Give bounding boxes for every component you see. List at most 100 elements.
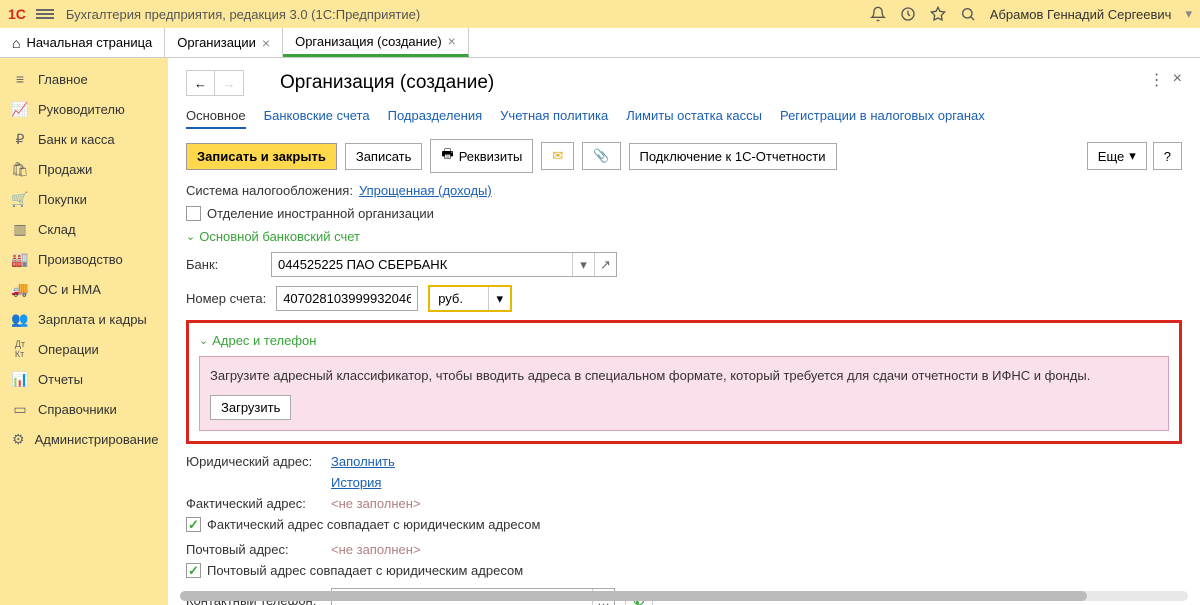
subtab-reg[interactable]: Регистрации в налоговых органах [780, 104, 985, 129]
gear-icon: ⚙ [12, 431, 25, 447]
user-name[interactable]: Абрамов Геннадий Сергеевич [990, 7, 1172, 22]
truck-icon: 🚚 [12, 281, 28, 297]
star-icon[interactable] [930, 6, 946, 22]
bars-icon: 📊 [12, 371, 28, 387]
chart-icon: 📈 [12, 101, 28, 117]
search-icon[interactable] [960, 6, 976, 22]
tab-organization-create[interactable]: Организация (создание) × [283, 28, 469, 57]
horizontal-scrollbar[interactable] [180, 591, 1188, 601]
back-button[interactable]: ← [187, 71, 215, 95]
close-icon[interactable]: × [448, 33, 456, 49]
menu-icon: ≡ [12, 71, 28, 87]
postal-addr-value: <не заполнен> [331, 542, 421, 557]
user-menu-caret[interactable]: ▾ [1185, 6, 1192, 22]
scrollbar-thumb[interactable] [180, 591, 1087, 601]
factory-icon: 🏭 [12, 251, 28, 267]
history-icon[interactable] [900, 6, 916, 22]
forward-button[interactable]: → [215, 71, 243, 95]
more-button[interactable]: Еще ▾ [1087, 142, 1147, 170]
legal-addr-label: Юридический адрес: [186, 454, 321, 469]
bank-input[interactable] [272, 253, 572, 276]
help-button[interactable]: ? [1153, 142, 1182, 170]
sidebar-item-reports[interactable]: 📊Отчеты [0, 364, 168, 394]
load-button[interactable]: Загрузить [210, 395, 291, 420]
connect-button[interactable]: Подключение к 1С-Отчетности [629, 143, 837, 170]
currency-select[interactable]: руб. ▾ [428, 285, 512, 312]
chevron-down-icon: ⌄ [186, 230, 195, 243]
actual-same-label: Фактический адрес совпадает с юридически… [207, 517, 540, 532]
people-icon: 👥 [12, 311, 28, 327]
sidebar-item-hr[interactable]: 👥Зарплата и кадры [0, 304, 168, 334]
actual-addr-value: <не заполнен> [331, 496, 421, 511]
bell-icon[interactable] [870, 6, 886, 22]
subtab-acct[interactable]: Учетная политика [500, 104, 608, 129]
account-label: Номер счета: [186, 291, 266, 306]
sidebar-item-assets[interactable]: 🚚ОС и НМА [0, 274, 168, 304]
app-title: Бухгалтерия предприятия, редакция 3.0 (1… [66, 7, 870, 22]
sidebar-item-operations[interactable]: ДтКтОперации [0, 334, 168, 364]
attach-button[interactable]: 📎 [582, 142, 620, 170]
hamburger-icon[interactable] [36, 7, 54, 21]
subtabs: Основное Банковские счета Подразделения … [186, 104, 1182, 129]
save-button[interactable]: Записать [345, 143, 423, 170]
subtab-limits[interactable]: Лимиты остатка кассы [626, 104, 762, 129]
addr-section-header[interactable]: ⌄ Адрес и телефон [199, 333, 1169, 348]
mail-icon: ✉ [552, 148, 563, 164]
classifier-text: Загрузите адресный классификатор, чтобы … [210, 367, 1158, 385]
foreign-checkbox[interactable] [186, 206, 201, 221]
tax-value-link[interactable]: Упрощенная (доходы) [359, 183, 492, 198]
print-icon: 🖶 [441, 145, 453, 167]
dtkt-icon: ДтКт [12, 341, 28, 357]
sidebar-item-references[interactable]: ▭Справочники [0, 394, 168, 424]
bag-icon: 🛍 [12, 161, 28, 177]
tab-home[interactable]: ⌂ Начальная страница [0, 28, 165, 57]
bank-label: Банк: [186, 257, 261, 272]
sidebar: ≡Главное 📈Руководителю ₽Банк и касса 🛍Пр… [0, 58, 168, 605]
logo-1c: 1C [8, 6, 26, 22]
sidebar-item-purchases[interactable]: 🛒Покупки [0, 184, 168, 214]
content: ⋮ × ← → Организация (создание) Основное … [168, 58, 1200, 605]
postal-same-checkbox[interactable] [186, 563, 201, 578]
chevron-down-icon[interactable]: ▾ [488, 287, 510, 310]
account-input-group [276, 286, 418, 311]
account-input[interactable] [277, 287, 417, 310]
tax-label: Система налогообложения: [186, 183, 353, 198]
home-icon: ⌂ [12, 35, 20, 51]
open-button[interactable]: ↗ [594, 253, 616, 276]
box-icon: ▥ [12, 221, 28, 237]
ruble-icon: ₽ [12, 131, 28, 147]
chevron-down-icon: ⌄ [199, 334, 208, 347]
subtab-bank[interactable]: Банковские счета [264, 104, 370, 129]
sidebar-item-manager[interactable]: 📈Руководителю [0, 94, 168, 124]
kebab-icon[interactable]: ⋮ [1149, 70, 1165, 90]
sidebar-item-warehouse[interactable]: ▥Склад [0, 214, 168, 244]
bank-input-group: ▾ ↗ [271, 252, 617, 277]
address-highlight-box: ⌄ Адрес и телефон Загрузите адресный кла… [186, 320, 1182, 444]
fill-link[interactable]: Заполнить [331, 454, 395, 469]
classifier-notice: Загрузите адресный классификатор, чтобы … [199, 356, 1169, 431]
nav-buttons: ← → [186, 70, 244, 96]
sidebar-item-main[interactable]: ≡Главное [0, 64, 168, 94]
sidebar-item-sales[interactable]: 🛍Продажи [0, 154, 168, 184]
mail-button[interactable]: ✉ [541, 142, 574, 170]
tabbar: ⌂ Начальная страница Организации × Орган… [0, 28, 1200, 58]
page-title: Организация (создание) [280, 72, 494, 94]
sidebar-item-bank[interactable]: ₽Банк и касса [0, 124, 168, 154]
subtab-main[interactable]: Основное [186, 104, 246, 129]
foreign-label: Отделение иностранной организации [207, 206, 434, 221]
bank-section-header[interactable]: ⌄ Основной банковский счет [186, 229, 1182, 244]
subtab-dept[interactable]: Подразделения [388, 104, 483, 129]
sidebar-item-admin[interactable]: ⚙Администрирование [0, 424, 168, 454]
history-link[interactable]: История [331, 475, 381, 490]
postal-same-label: Почтовый адрес совпадает с юридическим а… [207, 563, 523, 578]
actual-same-checkbox[interactable] [186, 517, 201, 532]
close-icon[interactable]: × [262, 35, 270, 51]
attach-icon: 📎 [593, 148, 609, 164]
tab-organizations[interactable]: Организации × [165, 28, 283, 57]
save-close-button[interactable]: Записать и закрыть [186, 143, 337, 170]
details-button[interactable]: 🖶Реквизиты [430, 139, 533, 173]
close-form-icon[interactable]: × [1173, 70, 1182, 90]
cart-icon: 🛒 [12, 191, 28, 207]
dropdown-button[interactable]: ▾ [572, 253, 594, 276]
sidebar-item-production[interactable]: 🏭Производство [0, 244, 168, 274]
